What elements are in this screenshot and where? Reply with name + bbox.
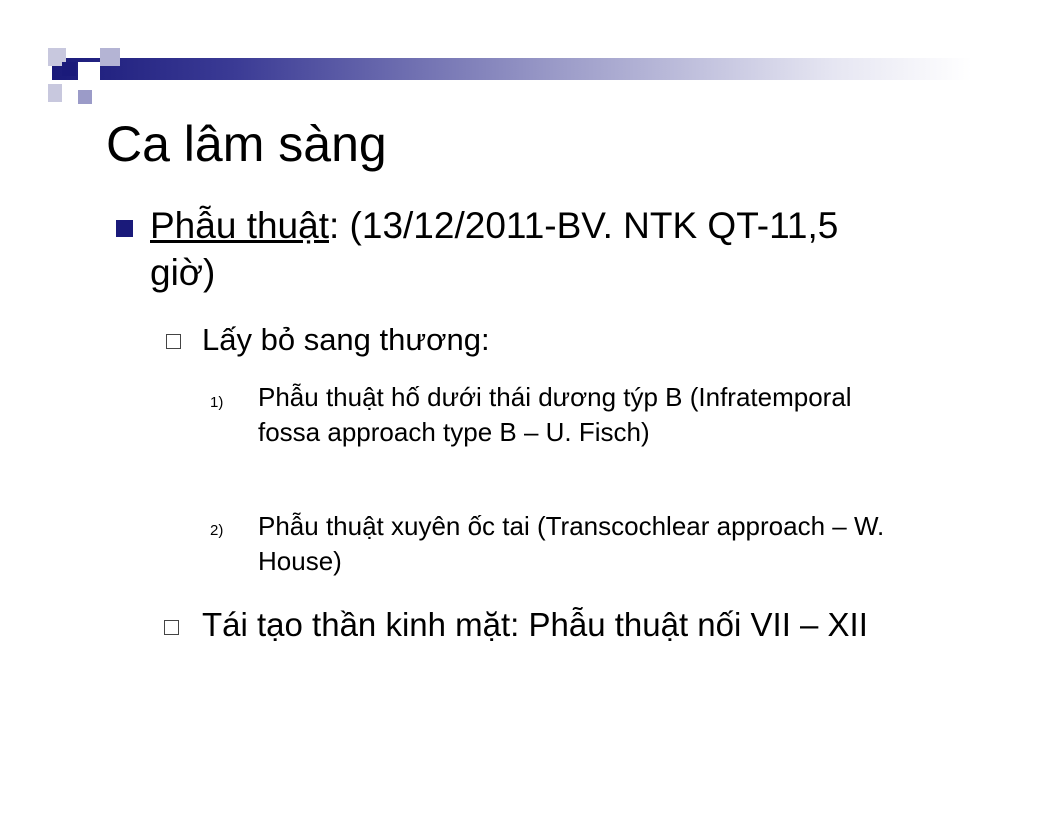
hollow-square-bullet-icon	[164, 620, 179, 635]
decor-square	[62, 62, 76, 76]
hollow-square-bullet-icon	[166, 334, 181, 349]
slide-title: Ca lâm sàng	[106, 116, 387, 172]
list-item: Phẫu thuật hố dưới thái dương týp B (Inf…	[258, 382, 852, 447]
decor-square	[48, 84, 62, 102]
main-bullet: Phẫu thuật: (13/12/2011-BV. NTK QT-11,5 …	[150, 202, 910, 296]
decor-square	[78, 90, 92, 104]
item-number: 1)	[210, 394, 224, 411]
square-bullet-icon	[116, 220, 133, 237]
main-bullet-label: Phẫu thuật	[150, 205, 329, 246]
list-item: Phẫu thuật xuyên ốc tai (Transcochlear a…	[258, 511, 885, 576]
sub-bullet-text: Tái tạo thần kinh mặt: Phẫu thuật nối VI…	[202, 606, 868, 643]
sub-bullet-text: Lấy bỏ sang thương:	[202, 322, 490, 357]
decor-square	[100, 48, 120, 66]
header-gradient-bar	[52, 58, 972, 80]
decor-square	[78, 62, 100, 84]
item-number: 2)	[210, 522, 224, 539]
